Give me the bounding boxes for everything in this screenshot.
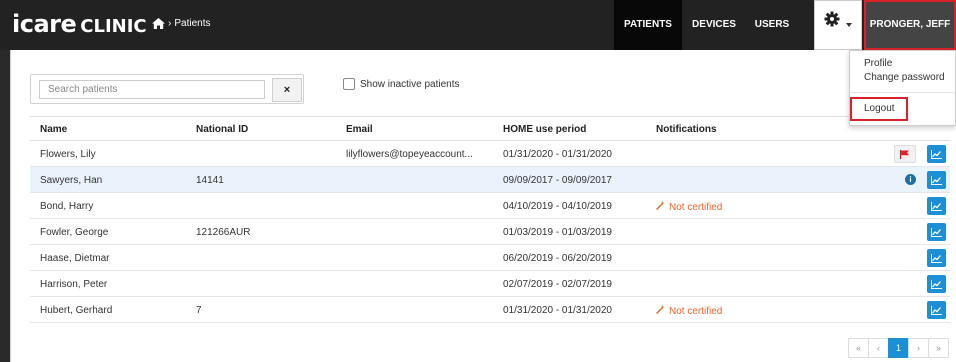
cell-notification: Not certified xyxy=(656,305,722,317)
user-menu-button[interactable]: PRONGER, JEFF xyxy=(864,0,956,73)
patient-chart-button[interactable] xyxy=(927,145,946,163)
cell-period: 04/10/2019 - 04/10/2019 xyxy=(503,201,612,212)
search-group xyxy=(30,74,304,104)
patient-chart-button[interactable] xyxy=(927,171,946,189)
show-inactive-label: Show inactive patients xyxy=(360,78,460,90)
line-chart-icon xyxy=(931,253,942,263)
breadcrumb-current: Patients xyxy=(174,18,211,29)
magic-wand-icon xyxy=(656,201,665,210)
line-chart-icon xyxy=(931,201,942,211)
cell-period: 02/07/2019 - 02/07/2019 xyxy=(503,279,612,290)
gear-icon xyxy=(824,0,840,50)
cell-national-id: 7 xyxy=(196,305,202,316)
patient-chart-button[interactable] xyxy=(927,223,946,241)
cell-email: lilyflowers@topeyeaccount... xyxy=(346,149,473,160)
nav-patients[interactable]: PATIENTS xyxy=(614,0,682,50)
table-row[interactable]: Bond, Harry 04/10/2019 - 04/10/2019 Not … xyxy=(30,193,950,219)
search-input[interactable] xyxy=(39,80,265,99)
brand-clinic-text: CLINIC xyxy=(80,16,147,37)
cell-national-id: 121266AUR xyxy=(196,227,251,238)
line-chart-icon xyxy=(931,227,942,237)
cell-name: Flowers, Lily xyxy=(40,149,96,160)
breadcrumb: › Patients xyxy=(152,18,210,29)
header-national-id[interactable]: National ID xyxy=(196,124,248,135)
top-navbar: icare CLINIC › Patients PATIENTS DEVICES … xyxy=(0,0,956,73)
chevron-down-icon xyxy=(846,23,852,27)
show-inactive-toggle[interactable]: Show inactive patients xyxy=(343,78,460,90)
table-header: Name National ID Email HOME use period N… xyxy=(30,116,950,141)
cell-name: Harrison, Peter xyxy=(40,279,108,290)
nav-devices[interactable]: DEVICES xyxy=(682,0,746,50)
header-home-use-period[interactable]: HOME use period xyxy=(503,124,586,135)
cell-period: 01/31/2020 - 01/31/2020 xyxy=(503,149,612,160)
left-frame xyxy=(0,50,10,362)
info-icon[interactable]: i xyxy=(905,174,916,185)
page-current-button[interactable]: 1 xyxy=(888,338,909,358)
page-next-button[interactable]: › xyxy=(908,338,929,358)
show-inactive-checkbox[interactable] xyxy=(343,78,355,90)
header-name[interactable]: Name xyxy=(40,124,67,135)
cell-name: Bond, Harry xyxy=(40,201,94,212)
breadcrumb-separator: › xyxy=(168,18,172,29)
cell-period: 06/20/2019 - 06/20/2019 xyxy=(503,253,612,264)
notification-text: Not certified xyxy=(669,202,723,213)
table-row[interactable]: Fowler, George 121266AUR 01/03/2019 - 01… xyxy=(30,219,950,245)
cell-name: Fowler, George xyxy=(40,227,109,238)
cell-national-id: 14141 xyxy=(196,175,224,186)
flag-icon xyxy=(900,149,909,159)
table-row[interactable]: Harrison, Peter 02/07/2019 - 02/07/2019 xyxy=(30,271,950,297)
cell-name: Hubert, Gerhard xyxy=(40,305,113,316)
header-notifications: Notifications xyxy=(656,124,717,135)
line-chart-icon xyxy=(931,279,942,289)
menu-divider xyxy=(850,92,955,93)
cell-name: Sawyers, Han xyxy=(40,175,103,186)
home-icon[interactable] xyxy=(152,18,165,29)
brand-logo[interactable]: icare CLINIC xyxy=(12,10,147,38)
line-chart-icon xyxy=(931,305,942,315)
patient-chart-button[interactable] xyxy=(927,301,946,319)
pagination: « ‹ 1 › » xyxy=(848,338,949,358)
cell-name: Haase, Dietmar xyxy=(40,253,110,264)
nav-users[interactable]: USERS xyxy=(746,0,798,50)
close-icon: × xyxy=(283,84,291,96)
settings-menu-button[interactable] xyxy=(814,0,862,50)
patient-chart-button[interactable] xyxy=(927,275,946,293)
patient-chart-button[interactable] xyxy=(927,249,946,267)
page-prev-button[interactable]: ‹ xyxy=(868,338,889,358)
line-chart-icon xyxy=(931,149,942,159)
menu-item-profile[interactable]: Profile xyxy=(864,58,892,69)
cell-period: 01/03/2019 - 01/03/2019 xyxy=(503,227,612,238)
page-last-button[interactable]: » xyxy=(928,338,949,358)
table-row[interactable]: Flowers, Lily lilyflowers@topeyeaccount.… xyxy=(30,141,950,167)
page-first-button[interactable]: « xyxy=(848,338,869,358)
table-row[interactable]: Sawyers, Han 14141 09/09/2017 - 09/09/20… xyxy=(30,167,950,193)
notification-text: Not certified xyxy=(669,306,723,317)
clear-search-button[interactable]: × xyxy=(272,78,302,102)
menu-item-change-password[interactable]: Change password xyxy=(864,72,945,83)
line-chart-icon xyxy=(931,175,942,185)
cell-notification: Not certified xyxy=(656,201,722,213)
header-email[interactable]: Email xyxy=(346,124,373,135)
user-name: PRONGER, JEFF xyxy=(869,19,951,30)
cell-period: 09/09/2017 - 09/09/2017 xyxy=(503,175,612,186)
table-row[interactable]: Hubert, Gerhard 7 01/31/2020 - 01/31/202… xyxy=(30,297,950,323)
user-dropdown-menu: Profile Change password Logout xyxy=(849,50,956,126)
magic-wand-icon xyxy=(656,305,665,314)
brand-icare-text: icare xyxy=(12,10,77,38)
patient-chart-button[interactable] xyxy=(927,197,946,215)
cell-period: 01/31/2020 - 01/31/2020 xyxy=(503,305,612,316)
flag-button[interactable] xyxy=(894,145,916,163)
table-row[interactable]: Haase, Dietmar 06/20/2019 - 06/20/2019 xyxy=(30,245,950,271)
menu-item-logout[interactable]: Logout xyxy=(850,97,908,121)
